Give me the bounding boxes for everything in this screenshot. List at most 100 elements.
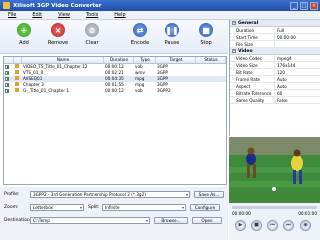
browse-button[interactable]: Browse...: [154, 216, 188, 224]
row-checkbox[interactable]: [4, 88, 14, 94]
encode-icon: ⇄: [133, 23, 147, 37]
soccer-scene-image: [229, 137, 320, 203]
window-title: Xilisoft 3GP Video Converter: [13, 2, 102, 9]
property-row[interactable]: Video Size 176x144: [230, 62, 320, 69]
file-list[interactable]: Name Duration Type Target Status VIDEO_T…: [3, 56, 227, 185]
property-value[interactable]: 60: [275, 90, 320, 96]
zoom-label: Zoom:: [4, 204, 19, 210]
icon-column-header: [14, 57, 22, 63]
seek-slider[interactable]: [232, 206, 317, 209]
close-button[interactable]: ×: [310, 1, 318, 10]
total-time: 00:01:00: [298, 211, 317, 216]
clear-label: Clear: [85, 40, 99, 46]
property-value[interactable]: False: [275, 97, 320, 103]
property-key: Video Size: [230, 62, 275, 68]
pause-label: Pause: [164, 40, 180, 46]
pause-icon: ❚❚: [165, 23, 179, 37]
minimize-button[interactable]: _: [290, 1, 298, 10]
column-target[interactable]: Target: [156, 57, 196, 63]
configure-button[interactable]: Configure: [190, 203, 220, 211]
property-row[interactable]: Frame Rate Auto: [230, 76, 320, 83]
property-key: File Size: [230, 41, 275, 47]
next-button[interactable]: ⏭: [283, 220, 294, 231]
row-type: vob: [135, 88, 143, 93]
property-value[interactable]: 120: [275, 69, 320, 75]
menu-file[interactable]: File: [8, 12, 16, 18]
stop-playback-button[interactable]: ■: [251, 220, 262, 231]
destination-input[interactable]: C:\Temp: [30, 216, 150, 224]
maximize-button[interactable]: □: [300, 1, 308, 10]
property-value[interactable]: Auto: [275, 76, 320, 82]
output-settings-panel: Profile: 3GPP2 - 3rd Generation Partners…: [0, 187, 228, 240]
profile-label: Profile:: [4, 191, 20, 197]
save-as-button[interactable]: Save As...: [194, 190, 224, 198]
property-key: Duration: [230, 27, 275, 33]
menu-view[interactable]: View: [58, 12, 70, 18]
snapshot-button[interactable]: ◉: [300, 220, 311, 231]
split-label: Split:: [88, 204, 100, 210]
collapse-icon[interactable]: −: [232, 21, 236, 25]
stop-icon: ■: [199, 23, 213, 37]
camera-icon: ◉: [303, 222, 308, 228]
destination-label: Destination:: [4, 217, 32, 223]
row-target[interactable]: 3GPP2: [156, 88, 196, 94]
check-column-header[interactable]: [4, 57, 14, 63]
collapse-icon[interactable]: −: [232, 49, 236, 53]
property-value[interactable]: 00:00:00: [275, 34, 320, 40]
plus-icon: +: [17, 23, 31, 37]
property-row[interactable]: Bit Rate 120: [230, 69, 320, 76]
remove-label: Remove: [47, 40, 69, 46]
property-row[interactable]: Duration Full: [230, 27, 320, 34]
menu-edit[interactable]: Edit: [32, 12, 42, 18]
menu-help[interactable]: Help: [114, 12, 125, 18]
general-section-header[interactable]: − General: [230, 20, 320, 27]
property-value[interactable]: Full: [275, 27, 320, 33]
column-status[interactable]: Status: [196, 57, 226, 63]
property-row[interactable]: Start Time 00:00:00: [230, 34, 320, 41]
previous-button[interactable]: ⏮: [267, 220, 278, 231]
property-key: Frame Rate: [230, 76, 275, 82]
add-button[interactable]: + Add: [11, 23, 37, 46]
menu-bar: File Edit View Tools Help: [0, 11, 320, 20]
property-key: Bitrate Tolerance: [230, 90, 275, 96]
pause-button[interactable]: ❚❚ Pause: [159, 23, 185, 46]
open-button[interactable]: Open: [192, 216, 222, 224]
property-row[interactable]: Bitrate Tolerance 60: [230, 90, 320, 97]
column-duration[interactable]: Duration: [104, 57, 134, 63]
property-value[interactable]: Auto: [275, 83, 320, 89]
menu-tools[interactable]: Tools: [86, 12, 98, 18]
file-icon: [14, 88, 22, 94]
play-button[interactable]: ▶: [235, 220, 246, 231]
video-section-header[interactable]: − Video: [230, 48, 320, 55]
video-title: Video: [238, 49, 253, 54]
profile-row: Profile: 3GPP2 - 3rd Generation Partners…: [4, 190, 224, 198]
property-value[interactable]: mpeg4: [275, 55, 320, 61]
profile-select[interactable]: 3GPP2 - 3rd Generation Partnership Proto…: [30, 190, 190, 198]
table-row[interactable]: G-_Title_01_Chapter 1 00:00:12 vob 3GPP2: [4, 88, 226, 94]
destination-row: Destination: C:\Temp Browse... Open: [4, 216, 222, 224]
property-key: Bit Rate: [230, 69, 275, 75]
stop-button[interactable]: ■ Stop: [193, 23, 219, 46]
x-icon: ×: [51, 23, 65, 37]
zoom-select[interactable]: Letterbox: [30, 203, 84, 211]
split-select[interactable]: Infinite: [102, 203, 186, 211]
clear-icon: ⊘: [85, 23, 99, 37]
property-row[interactable]: Video Codec mpeg4: [230, 55, 320, 62]
current-time: 00:00:00: [232, 211, 251, 216]
row-duration: 00:00:12: [105, 88, 124, 93]
property-value[interactable]: 176x144: [275, 62, 320, 68]
property-row[interactable]: File Size: [230, 41, 320, 48]
clear-button[interactable]: ⊘ Clear: [79, 23, 105, 46]
stop-label: Stop: [200, 40, 212, 46]
column-name[interactable]: Name: [22, 57, 104, 63]
property-key: Same Quality: [230, 97, 275, 103]
properties-panel: − General Duration Full Start Time 00:00:00…: [229, 20, 320, 136]
video-preview: [229, 137, 320, 203]
property-value[interactable]: [275, 41, 320, 47]
column-type[interactable]: Type: [134, 57, 156, 63]
encode-button[interactable]: ⇄ Encode: [127, 23, 153, 46]
remove-button[interactable]: × Remove: [45, 23, 71, 46]
row-status: [196, 88, 226, 94]
property-row[interactable]: Same Quality False: [230, 97, 320, 104]
property-row[interactable]: Aspect Auto: [230, 83, 320, 90]
